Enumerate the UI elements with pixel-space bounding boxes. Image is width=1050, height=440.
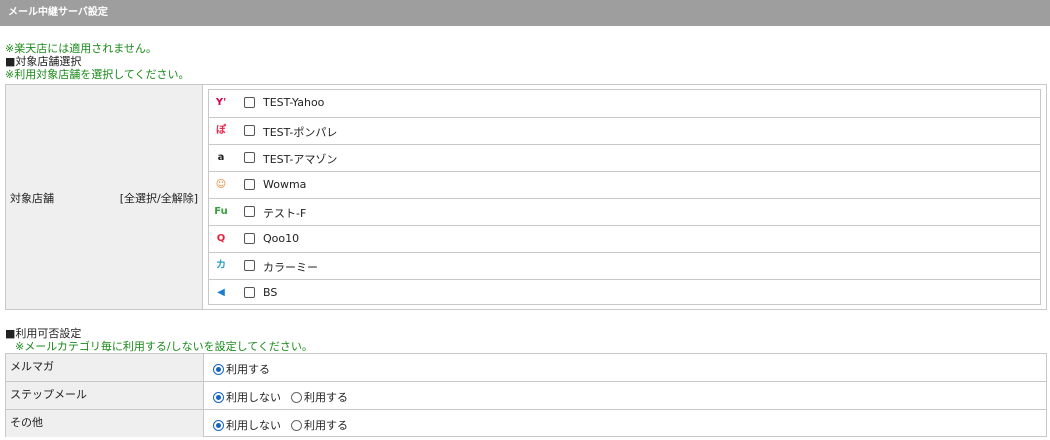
usage-heading: ■利用可否設定 — [5, 327, 82, 340]
store-checkbox[interactable] — [244, 179, 255, 190]
amazon-icon: a — [217, 152, 225, 163]
store-row: ◀ BS — [209, 279, 1040, 306]
select-all-link[interactable]: [全選択/全解除] — [120, 190, 198, 206]
store-checkbox[interactable] — [244, 233, 255, 244]
store-row: a TEST-アマゾン — [209, 144, 1040, 171]
radio-button[interactable] — [213, 419, 224, 431]
store-row: Y' TEST-Yahoo — [209, 90, 1040, 117]
store-name: BS — [263, 286, 278, 299]
ponpare-icon: ぽ — [216, 125, 226, 136]
usage-option[interactable]: 利用する — [213, 361, 270, 377]
store-row: カ カラーミー — [209, 252, 1040, 279]
colorme-icon: カ — [216, 260, 226, 271]
store-row: Fu テスト-F — [209, 198, 1040, 225]
yahoo-icon: Y' — [215, 97, 227, 108]
radio-label: 利用する — [226, 363, 270, 376]
usage-options: 利用する — [213, 361, 280, 377]
usage-row-label: メルマガ — [6, 354, 204, 382]
usage-options: 利用しない 利用する — [213, 417, 358, 433]
store-checkbox[interactable] — [244, 206, 255, 217]
usage-option[interactable]: 利用する — [291, 417, 348, 433]
radio-label: 利用しない — [226, 391, 281, 405]
page-title: メール中継サーバ設定 — [8, 7, 108, 18]
rakuten-note: ※楽天店には適用されません。 — [5, 42, 157, 55]
usage-option[interactable]: 利用しない — [213, 417, 281, 433]
radio-label: 利用しない — [226, 418, 281, 432]
store-checkbox[interactable] — [244, 287, 255, 298]
usage-option[interactable]: 利用しない — [213, 389, 281, 405]
qoo10-icon: Q — [216, 233, 226, 244]
store-name: カラーミー — [263, 261, 318, 274]
radio-label: 利用する — [304, 418, 348, 432]
store-row: ☺ Wowma — [209, 171, 1040, 198]
store-checkbox[interactable] — [244, 152, 255, 163]
store-name: TEST-Yahoo — [263, 96, 325, 109]
store-label-cell: 対象店舗 [全選択/全解除] — [5, 84, 203, 310]
store-name: TEST-アマゾン — [263, 153, 338, 166]
radio-button[interactable] — [291, 419, 302, 431]
usage-option[interactable]: 利用する — [291, 389, 348, 405]
store-row: ぽ TEST-ポンパレ — [209, 117, 1040, 144]
store-list: Y' TEST-Yahoo ぽ TEST-ポンパレ a TEST-アマゾン ☺ Wowma Fu… — [208, 89, 1041, 305]
radio-button[interactable] — [213, 392, 224, 404]
fu-icon: Fu — [214, 206, 228, 217]
store-name: テスト-F — [263, 207, 307, 220]
store-name: Wowma — [263, 178, 307, 191]
target-hint: ※利用対象店舗を選択してください。 — [5, 68, 190, 81]
radio-button[interactable] — [291, 392, 302, 404]
usage-options: 利用しない 利用する — [213, 389, 358, 405]
usage-table: メルマガ 利用する ステップメール 利用しない 利用する その他 利用しない 利用する — [5, 353, 1047, 437]
megaphone-icon: ◀ — [217, 287, 225, 298]
usage-row: メルマガ 利用する — [6, 354, 1046, 382]
store-checkbox[interactable] — [244, 97, 255, 108]
usage-row: その他 利用しない 利用する — [6, 408, 1046, 437]
radio-label: 利用する — [304, 391, 348, 405]
store-checkbox[interactable] — [244, 260, 255, 271]
store-label: 対象店舗 — [10, 192, 54, 205]
usage-row-label: その他 — [6, 409, 204, 437]
store-name: Qoo10 — [263, 232, 300, 245]
usage-hint: ※メールカテゴリ毎に利用する/しないを設定してください。 — [15, 340, 313, 353]
store-checkbox[interactable] — [244, 125, 255, 136]
target-heading: ■対象店舗選択 — [5, 55, 82, 68]
radio-button[interactable] — [213, 364, 224, 375]
section-title-bar: メール中継サーバ設定 — [0, 0, 1050, 26]
store-row: Q Qoo10 — [209, 225, 1040, 252]
usage-row-label: ステップメール — [6, 382, 204, 410]
store-name: TEST-ポンパレ — [263, 126, 338, 139]
usage-row: ステップメール 利用しない 利用する — [6, 381, 1046, 410]
wowma-icon: ☺ — [215, 179, 227, 190]
